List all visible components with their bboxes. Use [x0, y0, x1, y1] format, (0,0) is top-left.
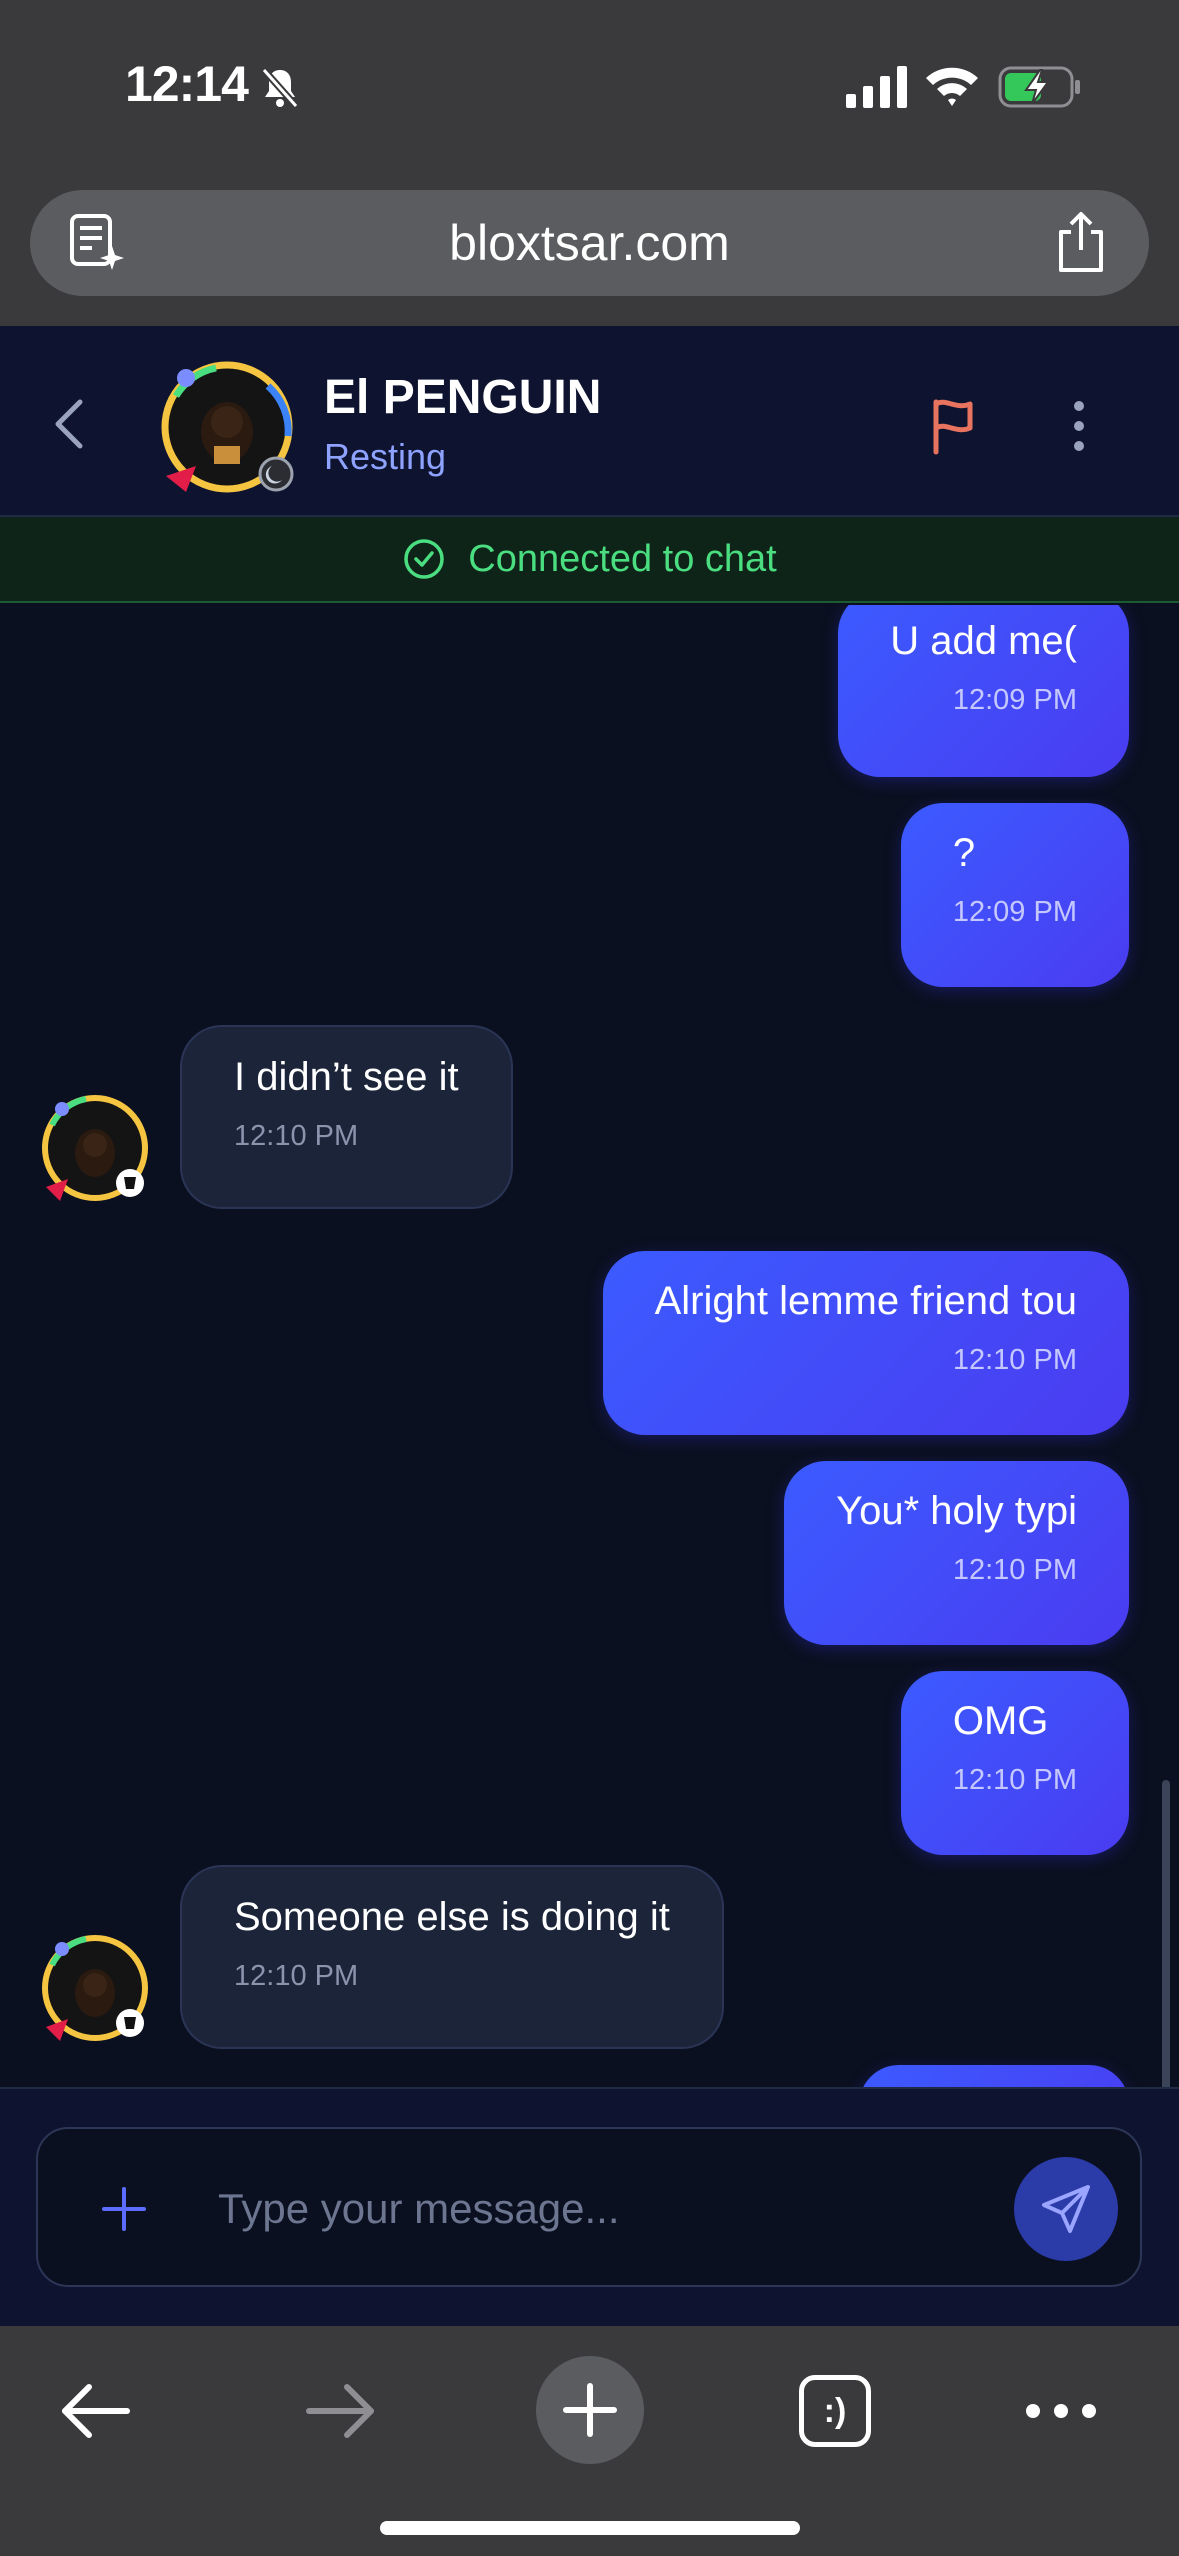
message-time: 12:10 PM	[952, 1344, 1077, 1376]
connection-status-text: Connected to chat	[468, 537, 777, 580]
scrollbar[interactable]	[1162, 1780, 1170, 2087]
browser-back-button[interactable]	[40, 2356, 150, 2466]
send-button[interactable]	[1014, 2157, 1118, 2261]
message-text: Someone else is doing it	[234, 1895, 670, 1939]
more-options-icon[interactable]	[1058, 394, 1100, 458]
more-button[interactable]	[1006, 2356, 1116, 2466]
tabs-button[interactable]: :)	[780, 2356, 890, 2466]
message-bubble-sent[interactable]: You* holy typi 12:10 PM	[784, 1461, 1129, 1645]
url-text[interactable]: bloxtsar.com	[30, 214, 1149, 272]
tabs-icon: :)	[799, 2375, 871, 2447]
message-bubble-sent[interactable]: U add me( 12:09 PM	[838, 605, 1129, 777]
message-input[interactable]	[218, 2169, 998, 2249]
message-text: ?	[952, 831, 976, 875]
browser-forward-button[interactable]	[286, 2356, 396, 2466]
message-time: 12:10 PM	[952, 1554, 1077, 1586]
composer-area	[0, 2087, 1179, 2326]
forward-icon	[306, 2384, 374, 2438]
message-bubble-received[interactable]: I didn’t see it 12:10 PM	[180, 1025, 513, 1209]
message-bubble-sent[interactable]: Alright lemme friend tou 12:10 PM	[602, 1251, 1129, 1435]
message-text: U add me(	[890, 619, 1077, 663]
connection-banner: Connected to chat	[0, 517, 1179, 603]
home-indicator[interactable]	[380, 2521, 800, 2535]
status-bar: 12:14	[0, 0, 1179, 170]
battery-charging-icon	[998, 66, 1080, 108]
contact-status: Resting	[324, 436, 447, 477]
message-text: You* holy typi	[836, 1489, 1077, 1533]
message-time: 12:10 PM	[234, 1120, 359, 1152]
address-bar[interactable]: bloxtsar.com	[30, 190, 1149, 296]
share-icon[interactable]	[1053, 210, 1109, 274]
new-tab-icon	[563, 2383, 617, 2437]
message-text: Alright lemme friend tou	[654, 1279, 1077, 1323]
report-flag-icon[interactable]	[922, 394, 986, 458]
message-bubble-sent[interactable]: ? 12:09 PM	[900, 803, 1129, 987]
back-chevron-icon[interactable]	[46, 396, 96, 452]
message-time: 12:09 PM	[952, 896, 1077, 928]
avatar[interactable]	[38, 1931, 152, 2045]
check-circle-icon	[404, 539, 445, 579]
message-bubble-sent[interactable]	[859, 2065, 1129, 2087]
back-icon	[62, 2384, 130, 2438]
message-text: OMG	[952, 1699, 1049, 1743]
new-tab-button[interactable]	[536, 2356, 644, 2464]
message-bubble-sent[interactable]: OMG 12:10 PM	[900, 1671, 1129, 1855]
cellular-signal-icon	[846, 66, 907, 108]
message-list[interactable]: U add me( 12:09 PM ? 12:09 PM I didn’t s…	[0, 605, 1179, 2087]
plus-icon[interactable]	[94, 2179, 154, 2239]
message-composer	[36, 2127, 1142, 2287]
browser-toolbar: :)	[0, 2326, 1179, 2556]
message-time: 12:10 PM	[952, 1764, 1077, 1796]
chat-header: El PENGUIN Resting	[0, 326, 1179, 517]
message-time: 12:10 PM	[234, 1960, 359, 1992]
wifi-icon	[926, 67, 978, 106]
message-bubble-received[interactable]: Someone else is doing it 12:10 PM	[180, 1865, 724, 2049]
send-icon	[1042, 2185, 1090, 2233]
message-text: I didn’t see it	[234, 1055, 459, 1099]
avatar[interactable]	[38, 1091, 152, 1205]
avatar[interactable]	[156, 356, 298, 498]
bell-slash-icon	[261, 67, 299, 109]
contact-name: El PENGUIN	[324, 371, 602, 424]
message-time: 12:09 PM	[952, 684, 1077, 716]
more-icon	[1026, 2404, 1096, 2418]
tabs-label: :)	[823, 2391, 847, 2430]
status-time: 12:14	[125, 56, 249, 112]
chat-app: El PENGUIN Resting Connected to chat U a…	[0, 326, 1179, 2326]
